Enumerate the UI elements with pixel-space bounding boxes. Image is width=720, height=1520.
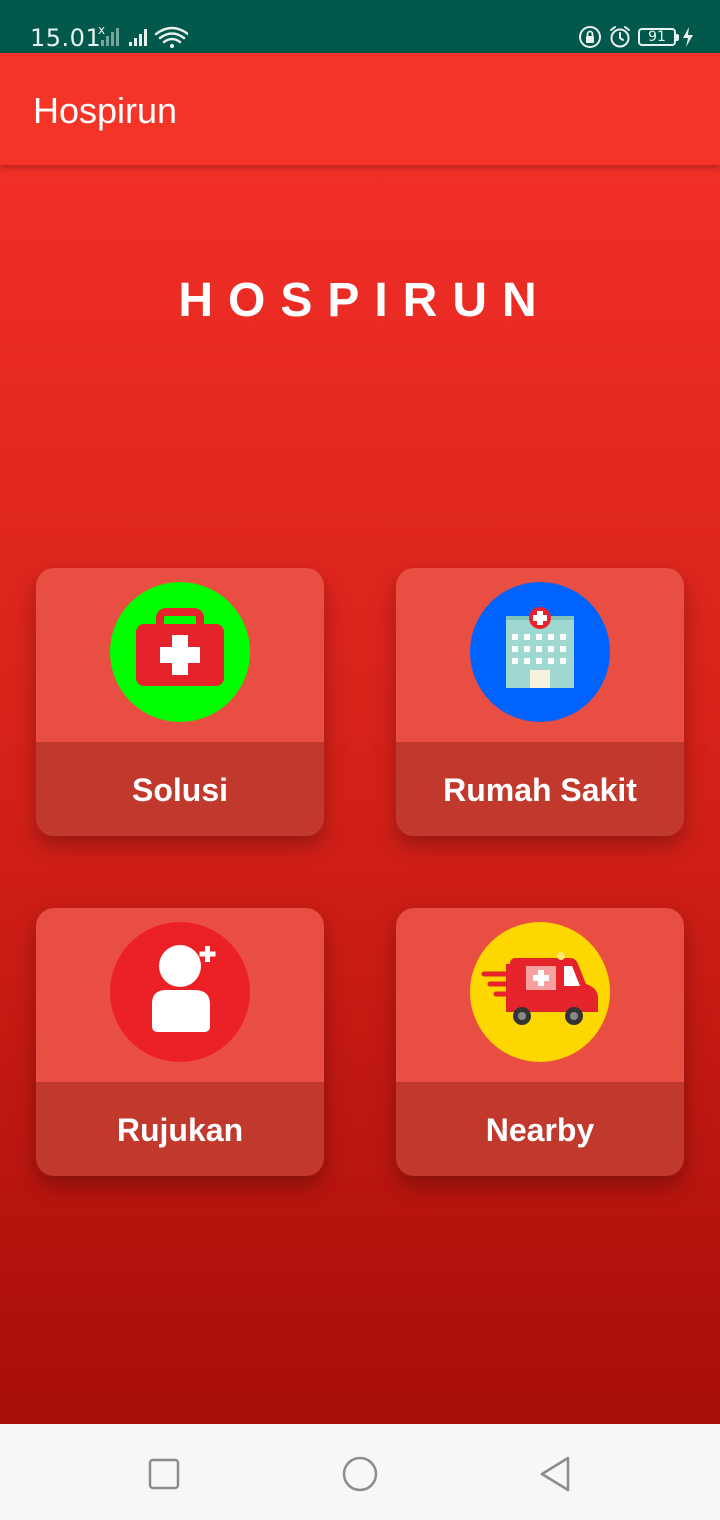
icon-circle (110, 922, 250, 1062)
signal-strength-icon-1: x (98, 24, 119, 46)
signal-strength-icon-2 (129, 29, 147, 46)
card-label: Solusi (36, 742, 324, 836)
icon-circle (470, 582, 610, 722)
rotation-lock-icon (579, 26, 601, 48)
signal-wifi-icons: x (98, 24, 188, 48)
icon-circle (110, 582, 250, 722)
status-time: 15.01 (30, 24, 102, 52)
icon-circle (470, 922, 610, 1062)
menu-card-solusi[interactable]: Solusi (36, 568, 324, 836)
back-icon[interactable] (534, 1452, 578, 1496)
card-icon-area (396, 568, 684, 742)
home-icon[interactable] (338, 1452, 382, 1496)
first-aid-kit-icon (136, 608, 224, 686)
app-bar: Hospirun (0, 53, 720, 165)
hero-title: HOSPIRUN (178, 274, 552, 327)
charging-icon (683, 27, 693, 47)
main-content: HOSPIRUN Solusi Rumah Sakit Rujukan Near… (0, 165, 720, 1424)
card-label: Rumah Sakit (396, 742, 684, 836)
card-icon-area (36, 908, 324, 1082)
card-icon-area (396, 908, 684, 1082)
status-right-icons: 91 (578, 24, 694, 50)
alarm-icon (610, 26, 630, 48)
battery-icon: 91 (638, 28, 679, 46)
card-label: Nearby (396, 1082, 684, 1176)
status-bar: 15.01 x 91 (0, 0, 720, 53)
hospital-building-icon (506, 607, 574, 688)
app-title: Hospirun (33, 90, 178, 131)
menu-card-rumah-sakit[interactable]: Rumah Sakit (396, 568, 684, 836)
wifi-icon (154, 26, 188, 48)
card-icon-area (36, 568, 324, 742)
menu-card-rujukan[interactable]: Rujukan (36, 908, 324, 1176)
recent-apps-icon[interactable] (142, 1452, 186, 1496)
card-label: Rujukan (36, 1082, 324, 1176)
svg-text:x: x (98, 24, 105, 37)
ambulance-icon (481, 952, 598, 1025)
system-nav-bar (0, 1424, 720, 1520)
add-person-icon (152, 945, 216, 1032)
menu-card-nearby[interactable]: Nearby (396, 908, 684, 1176)
